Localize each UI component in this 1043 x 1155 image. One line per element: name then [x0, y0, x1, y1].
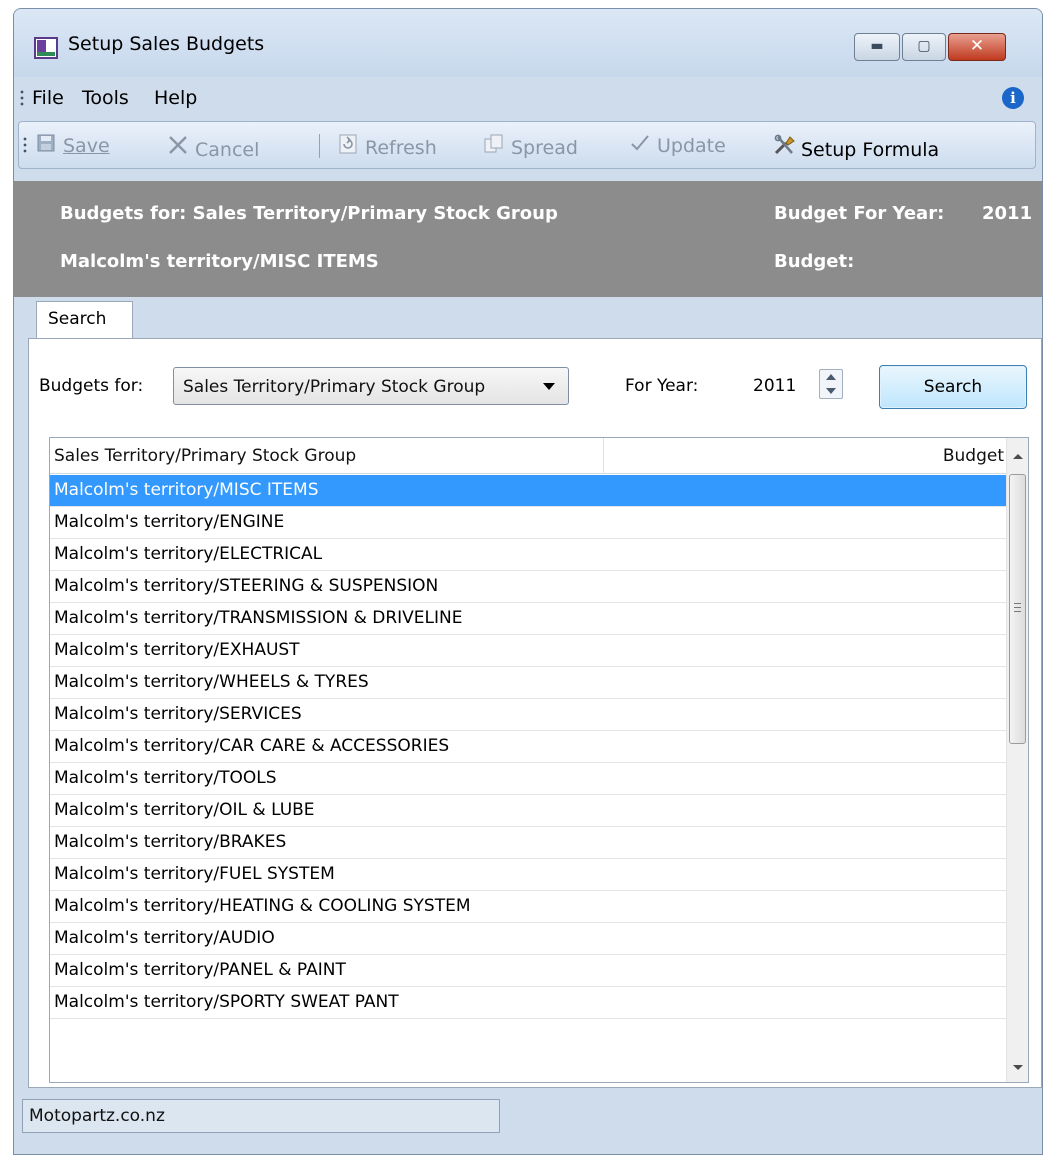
menu-file[interactable]: File — [32, 87, 64, 109]
table-row[interactable]: Malcolm's territory/MISC ITEMS — [50, 475, 1008, 507]
header-budget-year-label: Budget For Year: — [774, 203, 945, 224]
column-header-group[interactable]: Sales Territory/Primary Stock Group — [50, 438, 604, 474]
tools-icon — [773, 134, 795, 161]
toolbar: Save Cancel Refresh Spread Update Setup … — [18, 121, 1036, 169]
menu-help[interactable]: Help — [154, 87, 197, 109]
table-row[interactable]: Malcolm's territory/SPORTY SWEAT PANT — [50, 987, 1008, 1019]
refresh-icon — [337, 134, 359, 159]
grid-header: Sales Territory/Primary Stock Group Budg… — [50, 438, 1008, 474]
search-button[interactable]: Search — [879, 365, 1027, 409]
toolbar-separator — [319, 134, 320, 158]
budgets-for-dropdown[interactable]: Sales Territory/Primary Stock Group — [173, 367, 569, 405]
table-row[interactable]: Malcolm's territory/SERVICES — [50, 699, 1008, 731]
menu-tools[interactable]: Tools — [82, 87, 129, 109]
status-company: Motopartz.co.nz — [22, 1099, 500, 1133]
column-header-budget[interactable]: Budget — [605, 438, 1008, 474]
year-spinner[interactable] — [819, 369, 843, 399]
table-row[interactable]: Malcolm's territory/BRAKES — [50, 827, 1008, 859]
spread-button[interactable]: Spread — [483, 134, 578, 159]
scrollbar-thumb[interactable] — [1009, 474, 1026, 744]
info-icon[interactable]: i — [1002, 87, 1024, 109]
header-budgets-for: Budgets for: Sales Territory/Primary Sto… — [60, 203, 558, 224]
table-row[interactable]: Malcolm's territory/OIL & LUBE — [50, 795, 1008, 827]
window-title: Setup Sales Budgets — [68, 33, 265, 55]
setup-formula-button[interactable]: Setup Formula — [773, 134, 939, 161]
table-row[interactable]: Malcolm's territory/PANEL & PAINT — [50, 955, 1008, 987]
refresh-label: Refresh — [365, 137, 437, 159]
menu-bar: File Tools Help i — [14, 81, 1042, 115]
budgets-for-dropdown-value: Sales Territory/Primary Stock Group — [183, 377, 486, 397]
table-row[interactable]: Malcolm's territory/FUEL SYSTEM — [50, 859, 1008, 891]
table-row[interactable]: Malcolm's territory/TRANSMISSION & DRIVE… — [50, 603, 1008, 635]
cancel-button[interactable]: Cancel — [167, 134, 259, 161]
scroll-down-icon[interactable] — [1013, 1065, 1023, 1070]
spread-icon — [483, 134, 505, 159]
tab-search-label: Search — [48, 309, 107, 329]
table-row[interactable]: Malcolm's territory/WHEELS & TYRES — [50, 667, 1008, 699]
header-budgets-for-value: Sales Territory/Primary Stock Group — [192, 203, 558, 224]
maximize-button[interactable]: ▢ — [902, 33, 946, 61]
scroll-up-icon[interactable] — [1013, 454, 1023, 459]
spread-label: Spread — [511, 137, 578, 159]
app-window: Setup Sales Budgets ▬ ▢ ✕ File Tools Hel… — [13, 8, 1043, 1155]
save-label: Save — [63, 135, 110, 157]
table-row[interactable]: Malcolm's territory/ENGINE — [50, 507, 1008, 539]
tab-search[interactable]: Search — [36, 301, 133, 339]
header-budgets-for-label: Budgets for: — [60, 203, 187, 224]
search-panel: Budgets for: Sales Territory/Primary Sto… — [28, 338, 1042, 1088]
budgets-for-label: Budgets for: — [39, 376, 144, 396]
toolbar-grip-icon — [23, 136, 27, 154]
refresh-button[interactable]: Refresh — [337, 134, 437, 159]
title-bar[interactable]: Setup Sales Budgets ▬ ▢ ✕ — [14, 9, 1042, 77]
table-row[interactable]: Malcolm's territory/EXHAUST — [50, 635, 1008, 667]
spinner-up-icon[interactable] — [826, 374, 836, 380]
minimize-button[interactable]: ▬ — [854, 33, 900, 61]
status-bar: Motopartz.co.nz — [14, 1093, 1042, 1154]
table-row[interactable]: Malcolm's territory/ELECTRICAL — [50, 539, 1008, 571]
grid-rows: Malcolm's territory/MISC ITEMS Malcolm's … — [50, 475, 1008, 1019]
checkmark-icon — [629, 134, 651, 157]
close-button[interactable]: ✕ — [948, 33, 1006, 61]
chevron-down-icon — [543, 383, 555, 390]
scrollbar-grip-icon — [1014, 603, 1021, 612]
cancel-label: Cancel — [195, 139, 260, 161]
save-button[interactable]: Save — [35, 134, 110, 157]
table-row[interactable]: Malcolm's territory/HEATING & COOLING SY… — [50, 891, 1008, 923]
setup-formula-label: Setup Formula — [801, 139, 940, 161]
save-icon — [35, 134, 57, 157]
table-row[interactable]: Malcolm's territory/STEERING & SUSPENSIO… — [50, 571, 1008, 603]
update-button[interactable]: Update — [629, 134, 726, 157]
vertical-scrollbar[interactable] — [1006, 438, 1028, 1082]
table-row[interactable]: Malcolm's territory/CAR CARE & ACCESSORI… — [50, 731, 1008, 763]
header-budget-label: Budget: — [774, 251, 855, 272]
app-icon — [34, 37, 58, 59]
for-year-label: For Year: — [625, 376, 699, 396]
spinner-down-icon[interactable] — [826, 388, 836, 394]
table-row[interactable]: Malcolm's territory/AUDIO — [50, 923, 1008, 955]
budget-header: Budgets for: Sales Territory/Primary Sto… — [14, 181, 1042, 297]
budget-grid: Sales Territory/Primary Stock Group Budg… — [49, 437, 1029, 1083]
update-label: Update — [657, 135, 726, 157]
header-budget-year-value: 2011 — [982, 203, 1033, 224]
cancel-icon — [167, 134, 189, 161]
menu-grip-icon — [20, 89, 24, 107]
table-row[interactable]: Malcolm's territory/TOOLS — [50, 763, 1008, 795]
header-selected-item: Malcolm's territory/MISC ITEMS — [60, 251, 379, 272]
